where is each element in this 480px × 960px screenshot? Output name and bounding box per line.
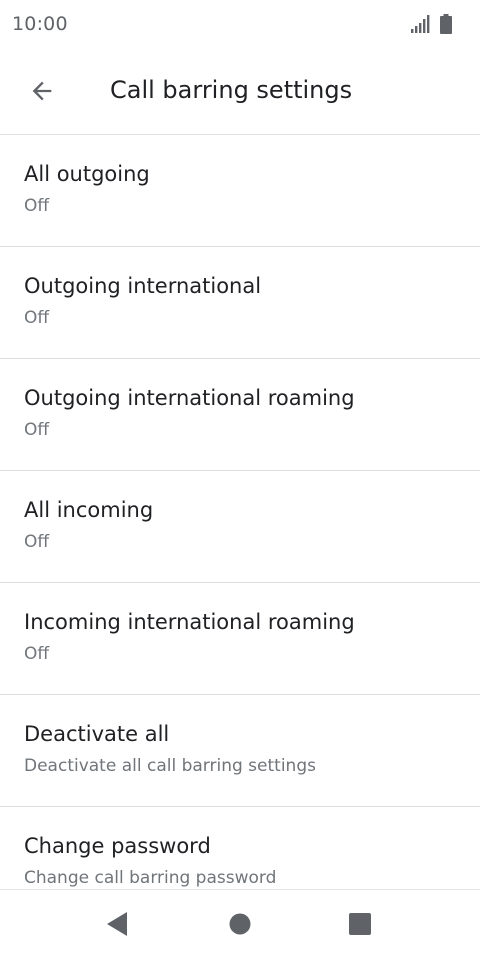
back-button[interactable] (18, 69, 66, 117)
nav-recents-icon (348, 912, 372, 940)
setting-all-outgoing[interactable]: All outgoing Off (0, 135, 480, 247)
setting-summary: Deactivate all call barring settings (24, 756, 316, 776)
setting-title: Change password (24, 834, 211, 858)
navigation-bar (0, 889, 480, 960)
setting-outgoing-international[interactable]: Outgoing international Off (0, 247, 480, 359)
nav-home-button[interactable] (218, 904, 262, 948)
arrow-back-icon (28, 77, 56, 109)
setting-summary: Off (24, 196, 50, 216)
app-bar: Call barring settings (0, 48, 480, 135)
status-time: 10:00 (12, 13, 68, 35)
signal-icon (410, 14, 430, 34)
nav-home-icon (228, 912, 252, 940)
setting-title: Outgoing international (24, 274, 262, 298)
setting-change-password[interactable]: Change password Change call barring pass… (0, 807, 480, 889)
status-bar: 10:00 (0, 0, 480, 48)
battery-icon (440, 14, 452, 34)
nav-recents-button[interactable] (338, 904, 382, 948)
setting-all-incoming[interactable]: All incoming Off (0, 471, 480, 583)
setting-deactivate-all[interactable]: Deactivate all Deactivate all call barri… (0, 695, 480, 807)
setting-summary: Off (24, 532, 50, 552)
nav-back-button[interactable] (96, 904, 140, 948)
setting-summary: Off (24, 308, 50, 328)
setting-summary: Off (24, 420, 50, 440)
setting-incoming-international-roaming[interactable]: Incoming international roaming Off (0, 583, 480, 695)
setting-summary: Change call barring password (24, 868, 277, 888)
setting-title: Outgoing international roaming (24, 386, 355, 410)
screen: 10:00 Call barring settings All outgoing… (0, 0, 480, 960)
settings-list: All outgoing Off Outgoing international … (0, 135, 480, 889)
nav-back-icon (105, 910, 131, 942)
setting-summary: Off (24, 644, 50, 664)
setting-title: All outgoing (24, 162, 150, 186)
setting-title: Incoming international roaming (24, 610, 355, 634)
status-icons (410, 14, 452, 34)
setting-outgoing-international-roaming[interactable]: Outgoing international roaming Off (0, 359, 480, 471)
setting-title: Deactivate all (24, 722, 170, 746)
setting-title: All incoming (24, 498, 154, 522)
page-title: Call barring settings (110, 76, 353, 104)
